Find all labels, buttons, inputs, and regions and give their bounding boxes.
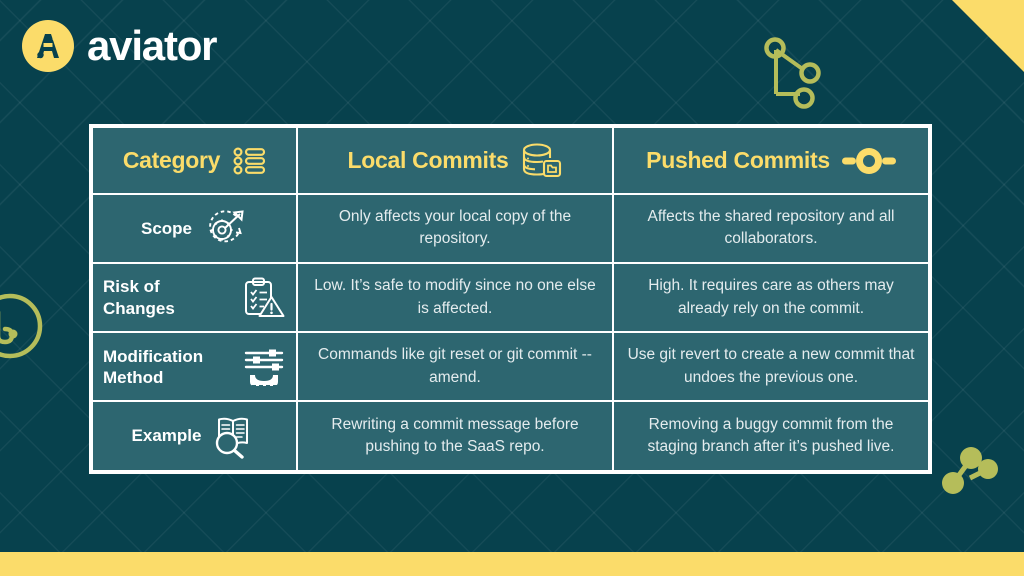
bottom-accent-bar [0,552,1024,576]
header-cell-local-commits: Local Commits [296,126,614,195]
cell-local-risk-of-changes: Low. It’s safe to modify since no one el… [296,261,614,334]
target-gear-arrow-icon [202,206,248,250]
commit-node-icon [841,144,896,178]
cell-pushed-scope: Affects the shared repository and all co… [612,193,930,264]
brand-logo[interactable]: aviator [22,20,218,72]
row-label-cell-example: Example [91,400,298,472]
table-row: Modification Method Commands like git re… [91,331,930,403]
cell-pushed-risk-of-changes: High. It requires care as others may alr… [612,261,930,334]
header-label-local-commits: Local Commits [347,147,509,173]
clipboard-warning-icon [240,275,286,321]
book-magnifier-icon [211,413,257,459]
table-header-row: Category Local Commits Pushed Commits [91,126,930,195]
cell-pushed-example: Removing a buggy commit from the staging… [612,400,930,472]
row-label-example: Example [131,426,202,446]
cell-local-scope: Only affects your local copy of the repo… [296,193,614,264]
row-label-cell-risk-of-changes: Risk of Changes [91,261,298,334]
comparison-table: Category Local Commits Pushed Commits Sc… [89,124,932,474]
cell-text: Low. It’s safe to modify since no one el… [314,277,596,317]
git-merge-graph-solid-icon [940,440,1000,498]
cell-text: Use git revert to create a new commit th… [627,346,915,386]
bullet-list-icon [232,146,266,176]
header-cell-category: Category [91,126,298,195]
cell-pushed-modification-method: Use git revert to create a new commit th… [612,331,930,403]
row-label-scope: Scope [140,218,193,238]
cell-local-modification-method: Commands like git reset or git commit --… [296,331,614,403]
header-label-pushed-commits: Pushed Commits [646,147,830,173]
cell-text: Affects the shared repository and all co… [647,207,895,248]
database-folder-icon [520,141,562,181]
corner-triangle-accent [952,0,1024,72]
git-branch-graph-outline-icon [760,32,832,114]
header-label-category: Category [122,147,221,173]
aviator-a-mark-icon [22,20,74,72]
aviator-circle-mark-icon [0,288,48,364]
table-row: Risk of Changes Low. It’s safe to modify… [91,261,930,334]
row-label-modification-method: Modification Method [103,346,204,387]
table-row: Scope Only affects your local copy of th… [91,193,930,264]
row-label-risk-of-changes: Risk of Changes [103,277,175,318]
cell-text: High. It requires care as others may alr… [648,277,894,317]
row-label-cell-scope: Scope [91,193,298,264]
table-row: Example Rewriting a commit message befor… [91,400,930,472]
sliders-gear-icon [242,345,286,389]
brand-wordmark: aviator [87,22,218,69]
row-label-cell-modification-method: Modification Method [91,331,298,403]
cell-local-example: Rewriting a commit message before pushin… [296,400,614,472]
cell-text: Removing a buggy commit from the staging… [647,415,895,456]
cell-text: Only affects your local copy of the repo… [338,207,572,248]
cell-text: Rewriting a commit message before pushin… [331,415,579,456]
cell-text: Commands like git reset or git commit --… [318,346,592,386]
header-cell-pushed-commits: Pushed Commits [612,126,930,195]
